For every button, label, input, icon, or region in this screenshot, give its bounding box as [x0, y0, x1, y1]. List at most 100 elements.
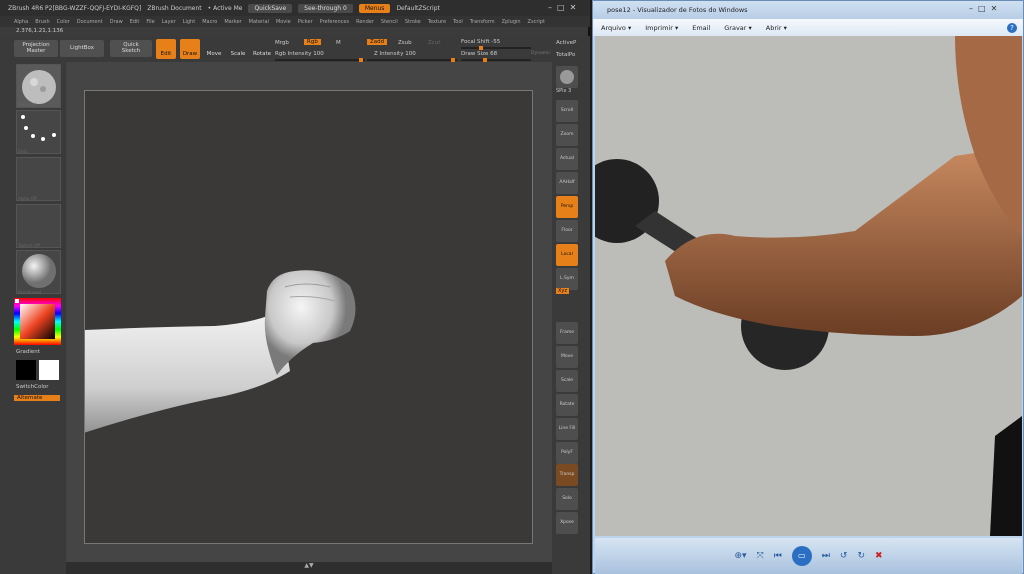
- floor-button[interactable]: Floor: [556, 220, 578, 242]
- draw-size-track[interactable]: [461, 58, 531, 62]
- zadd-button[interactable]: Zadd: [367, 39, 388, 45]
- scale-view-button[interactable]: Scale: [556, 370, 578, 392]
- menu-item[interactable]: Edit: [130, 19, 140, 25]
- menu-item[interactable]: Tool: [453, 19, 463, 25]
- menu-item[interactable]: Transform: [470, 19, 495, 25]
- solo-button[interactable]: Solo: [556, 488, 578, 510]
- polyf-button[interactable]: PolyF: [556, 442, 578, 464]
- scale-button[interactable]: Scale: [228, 39, 248, 59]
- zoom-icon[interactable]: ⊕▾: [734, 551, 746, 561]
- dynamic-button[interactable]: Dynamic: [531, 51, 551, 56]
- maximize-icon[interactable]: □: [978, 4, 986, 13]
- bpr-button[interactable]: [556, 66, 578, 88]
- menu-item[interactable]: Color: [57, 19, 70, 25]
- close-icon[interactable]: ✕: [570, 3, 577, 12]
- z-intensity-track[interactable]: [367, 58, 457, 62]
- seethrough-slider[interactable]: See-through 0: [298, 3, 353, 13]
- mrgb-button[interactable]: Mrgb: [275, 40, 289, 46]
- secondary-color-swatch[interactable]: [39, 360, 59, 380]
- delete-icon[interactable]: ✖: [875, 551, 883, 561]
- menu-item[interactable]: File: [146, 19, 154, 25]
- menus-button[interactable]: Menus: [358, 3, 391, 13]
- menu-item[interactable]: Document: [77, 19, 103, 25]
- zsub-button[interactable]: Zsub: [398, 40, 412, 46]
- focal-shift-track[interactable]: [461, 46, 531, 50]
- rotate-ccw-icon[interactable]: ↺: [840, 551, 848, 561]
- default-zscript-button[interactable]: DefaultZScript: [396, 5, 439, 12]
- move-button[interactable]: Move: [204, 39, 224, 59]
- material-thumbnail[interactable]: [16, 250, 61, 294]
- rgb-intensity-slider[interactable]: Rgb Intensity 100: [275, 51, 324, 57]
- menu-item[interactable]: Macro: [202, 19, 217, 25]
- lsym-button[interactable]: L.Sym: [556, 268, 578, 290]
- zcut-button[interactable]: Zcut: [428, 40, 440, 46]
- menu-item[interactable]: Zplugin: [502, 19, 521, 25]
- menu-item[interactable]: Movie: [276, 19, 291, 25]
- rgb-intensity-track[interactable]: [275, 58, 365, 62]
- rotate-cw-icon[interactable]: ↻: [857, 551, 865, 561]
- menu-item[interactable]: Alpha: [14, 19, 28, 25]
- slideshow-icon[interactable]: ▭: [791, 546, 812, 566]
- menu-item[interactable]: Picker: [298, 19, 313, 25]
- move-view-button[interactable]: Move: [556, 346, 578, 368]
- maximize-icon[interactable]: □: [557, 3, 565, 12]
- stroke-thumbnail[interactable]: [16, 110, 61, 154]
- focal-shift-slider[interactable]: Focal Shift -55: [461, 39, 500, 45]
- aahalf-button[interactable]: AAHalf: [556, 172, 578, 194]
- draw-button[interactable]: Draw: [180, 39, 200, 59]
- viewer-menu-item[interactable]: Imprimir ▾: [645, 24, 678, 32]
- switchcolor-button[interactable]: SwitchColor: [16, 384, 49, 390]
- texture-thumbnail[interactable]: [16, 204, 61, 248]
- fit-window-icon[interactable]: ⤧: [757, 551, 764, 561]
- spix-slider[interactable]: SPix 3: [556, 88, 571, 94]
- quick-sketch-button[interactable]: Quick Sketch: [110, 40, 152, 57]
- menu-item[interactable]: Layer: [162, 19, 176, 25]
- local-button[interactable]: Local: [556, 244, 578, 266]
- rotate-view-button[interactable]: Rotate: [556, 394, 578, 416]
- rotate-button[interactable]: Rotate: [252, 39, 272, 59]
- viewer-menu-item[interactable]: Gravar ▾: [724, 24, 752, 32]
- actual-button[interactable]: Actual: [556, 148, 578, 170]
- edit-button[interactable]: Edit: [156, 39, 176, 59]
- menu-item[interactable]: Brush: [35, 19, 49, 25]
- minimize-icon[interactable]: –: [969, 4, 973, 13]
- viewport[interactable]: [65, 62, 552, 562]
- document-canvas[interactable]: [65, 90, 533, 544]
- persp-button[interactable]: Persp: [556, 196, 578, 218]
- draw-size-slider[interactable]: Draw Size 68: [461, 51, 497, 57]
- viewer-menu-item[interactable]: Arquivo ▾: [601, 24, 631, 32]
- linefill-button[interactable]: Line Fill: [556, 418, 578, 440]
- alternate-button[interactable]: Alternate: [14, 395, 60, 401]
- help-icon[interactable]: ?: [1007, 22, 1017, 33]
- zoom-button[interactable]: Zoom: [556, 124, 578, 146]
- bottom-shelf-handle[interactable]: ▲▼: [66, 562, 552, 574]
- gradient-label[interactable]: Gradient: [16, 349, 40, 355]
- menu-item[interactable]: Preferences: [320, 19, 349, 25]
- viewer-menu-item[interactable]: Email: [692, 24, 710, 32]
- rgb-button[interactable]: Rgb: [304, 39, 321, 45]
- transp-button[interactable]: Transp: [556, 464, 578, 486]
- menu-item[interactable]: Marker: [224, 19, 241, 25]
- z-intensity-slider[interactable]: Z Intensity 100: [374, 51, 416, 57]
- next-icon[interactable]: ⏭: [822, 551, 830, 561]
- main-color-swatch[interactable]: [16, 360, 36, 380]
- frame-button[interactable]: Frame: [556, 322, 578, 344]
- viewer-menu-item[interactable]: Abrir ▾: [766, 24, 787, 32]
- xyz-button[interactable]: Xyz: [556, 288, 570, 294]
- lightbox-button[interactable]: LightBox: [60, 40, 104, 57]
- menu-item[interactable]: Stroke: [405, 19, 421, 25]
- quicksave-button[interactable]: QuickSave: [248, 3, 293, 13]
- close-icon[interactable]: ✕: [991, 4, 998, 13]
- xpose-button[interactable]: Xpose: [556, 512, 578, 534]
- menu-item[interactable]: Stencil: [381, 19, 398, 25]
- m-button[interactable]: M: [336, 40, 341, 46]
- previous-icon[interactable]: ⏮: [774, 551, 782, 561]
- menu-item[interactable]: Material: [249, 19, 269, 25]
- menu-item[interactable]: Render: [356, 19, 374, 25]
- scroll-button[interactable]: Scroll: [556, 100, 578, 122]
- projection-master-button[interactable]: Projection Master: [14, 40, 58, 57]
- menu-item[interactable]: Zscript: [528, 19, 545, 25]
- color-picker[interactable]: [14, 298, 61, 345]
- alpha-thumbnail[interactable]: [16, 157, 61, 201]
- minimize-icon[interactable]: –: [548, 3, 552, 12]
